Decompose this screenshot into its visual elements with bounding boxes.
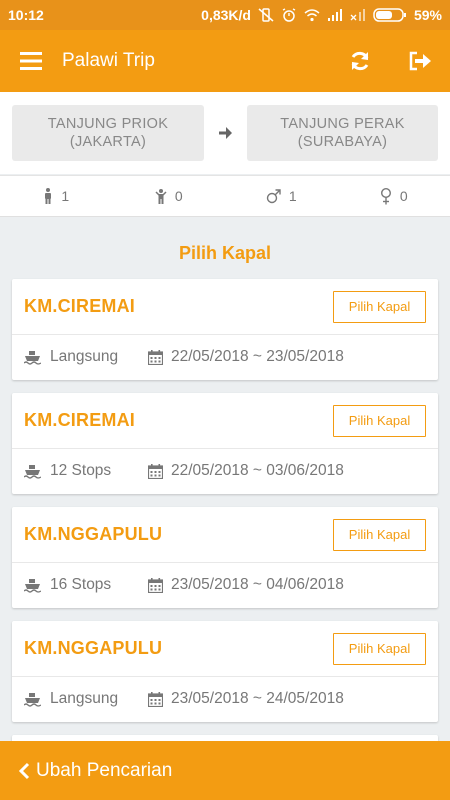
vibrate-off-icon [258, 8, 274, 22]
status-time: 10:12 [8, 7, 44, 23]
origin-name: TANJUNG PRIOK [47, 116, 169, 132]
calendar-icon [148, 349, 163, 365]
destination-city: (SURABAYA) [297, 134, 388, 150]
ship-name: KM.CIREMAI [24, 296, 135, 316]
ship-card: KM.NGGAPULU Pilih Kapal Langsung 23/05/2… [12, 621, 438, 722]
origin-city: (JAKARTA) [69, 134, 147, 150]
alarm-icon [282, 8, 296, 22]
signal-no-sim-icon [350, 9, 365, 21]
ship-card: KM.CIREMAI Pilih Kapal Langsung 22/05/20… [12, 279, 438, 380]
logout-icon [409, 51, 431, 71]
stops-label: 16 Stops [50, 576, 112, 593]
signal-icon [327, 9, 342, 21]
hamburger-icon [20, 52, 42, 70]
pick-ship-button[interactable]: Pilih Kapal [333, 404, 426, 437]
pax-male: 1 [225, 188, 338, 204]
passenger-summary: 1 0 1 0 [0, 175, 450, 217]
date-range: 22/05/2018 ~ 03/06/2018 [171, 462, 344, 479]
ship-icon [24, 692, 41, 707]
menu-button[interactable] [0, 30, 62, 92]
section-title: Pilih Kapal [178, 243, 272, 263]
ship-name: KM.CIREMAI [24, 410, 135, 430]
refresh-icon [351, 51, 369, 71]
wifi-icon [304, 9, 320, 22]
date-range: 23/05/2018 ~ 04/06/2018 [171, 576, 344, 593]
route-panel: TANJUNG PRIOK (JAKARTA) TANJUNG PERAK (S… [0, 92, 450, 174]
change-search-button[interactable]: Ubah Pencarian [0, 741, 450, 800]
chevron-left-icon [18, 762, 30, 779]
ship-icon [24, 350, 41, 365]
ship-icon [24, 464, 41, 479]
calendar-icon [148, 691, 163, 707]
pick-ship-button[interactable]: Pilih Kapal [333, 518, 426, 551]
logout-button[interactable] [390, 30, 450, 92]
ship-name: KM.NGGAPULU [24, 638, 163, 658]
adult-icon [45, 188, 52, 204]
date-range: 22/05/2018 ~ 23/05/2018 [171, 348, 344, 365]
pick-ship-button[interactable]: Pilih Kapal [333, 290, 426, 323]
calendar-icon [148, 463, 163, 479]
ship-icon [24, 578, 41, 593]
status-bar: 10:12 0,83K/d 59% [0, 0, 450, 30]
pick-ship-button[interactable]: Pilih Kapal [333, 632, 426, 665]
calendar-icon [148, 577, 163, 593]
app-bar: Palawi Trip [0, 30, 450, 92]
pax-adult: 1 [0, 188, 113, 204]
app-title: Palawi Trip [62, 50, 155, 71]
change-search-label: Ubah Pencarian [36, 759, 173, 781]
stops-label: Langsung [50, 690, 119, 707]
battery-level: 59% [413, 7, 442, 23]
battery-icon [373, 8, 406, 22]
pax-infant: 0 [113, 188, 226, 204]
male-icon [266, 188, 281, 203]
ship-name: KM.NGGAPULU [24, 524, 163, 544]
child-icon [155, 189, 167, 204]
destination-name: TANJUNG PERAK [280, 116, 405, 132]
arrow-right-icon [218, 127, 232, 139]
pax-female: 0 [338, 187, 450, 205]
date-range: 23/05/2018 ~ 24/05/2018 [171, 690, 344, 707]
ship-card: KM.NGGAPULU Pilih Kapal 16 Stops 23/05/2… [12, 507, 438, 608]
stops-label: 12 Stops [50, 462, 112, 479]
female-icon [380, 187, 391, 204]
refresh-button[interactable] [330, 30, 390, 92]
destination-port[interactable]: TANJUNG PERAK (SURABAYA) [247, 105, 438, 161]
ship-card: KM.CIREMAI Pilih Kapal 12 Stops 22/05/20… [12, 393, 438, 494]
origin-port[interactable]: TANJUNG PRIOK (JAKARTA) [12, 105, 204, 161]
stops-label: Langsung [50, 348, 119, 365]
ship-list: KM.CIREMAI Pilih Kapal Langsung 22/05/20… [12, 279, 438, 758]
network-speed: 0,83K/d [201, 7, 251, 23]
